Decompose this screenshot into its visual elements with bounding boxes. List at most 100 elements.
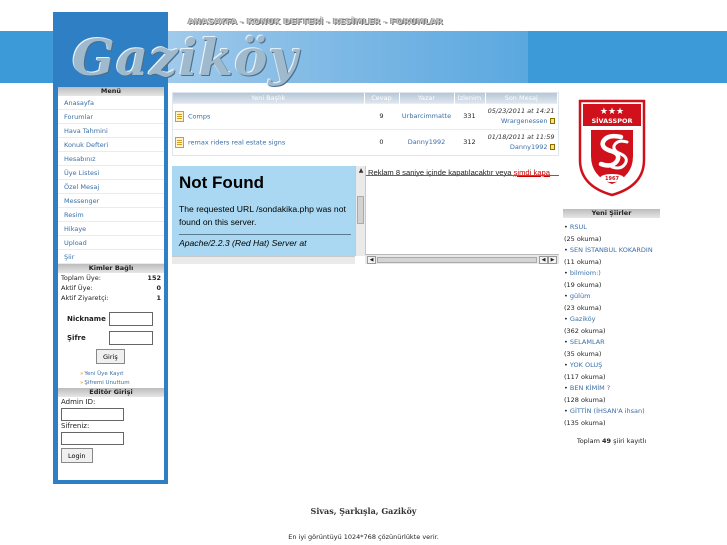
poem-link[interactable]: BEN KİMİM ? <box>570 384 610 392</box>
poem-link[interactable]: GİTTİN (İHSAN'A ihsan) <box>570 407 645 415</box>
nav-home[interactable]: ANASAYFA <box>188 17 237 26</box>
list-item: • bilmiom:) <box>564 269 601 277</box>
table-row: remax riders real estate signs 0 Danny19… <box>173 128 558 155</box>
scroll-right-arrow-icon[interactable]: ▶ <box>548 256 557 264</box>
editor-heading: Editör Girişi <box>58 388 164 397</box>
ad-horizontal-scrollbar[interactable]: ◀ ◀ ▶ <box>365 254 559 264</box>
menu-item-account[interactable]: Hesabınız <box>58 152 164 166</box>
last-post-date: 05/23/2011 at 14:21 <box>487 107 555 115</box>
poem-read-count: (117 okuma) <box>564 372 606 381</box>
views-cell: 331 <box>454 102 485 129</box>
go-to-post-icon[interactable] <box>549 144 555 151</box>
admin-login-button[interactable]: Login <box>61 448 93 463</box>
topic-document-icon <box>175 110 184 122</box>
poem-link[interactable]: Gaziköy <box>570 315 596 323</box>
poem-read-count: (362 okuma) <box>564 326 606 335</box>
menu-item-upload[interactable]: Upload <box>58 236 164 250</box>
list-item: • BEN KİMİM ? <box>564 384 611 392</box>
last-post-cell: 01/18/2011 at 11:59 Danny1992 <box>485 128 558 155</box>
password-input[interactable] <box>109 330 153 345</box>
topic-title[interactable]: Comps <box>188 112 210 120</box>
admin-id-input[interactable] <box>61 408 124 421</box>
nav-forums[interactable]: FORUMLAR <box>390 17 443 26</box>
login-button[interactable]: Giriş <box>96 349 125 364</box>
logo-club-name: SİVASSPOR <box>591 116 632 125</box>
topic-cell[interactable]: remax riders real estate signs <box>173 128 364 155</box>
poem-link[interactable]: SEN İSTANBUL KOKARDIN <box>570 246 653 254</box>
poem-total: Toplam 49 şiiri kayıtlı <box>563 437 660 445</box>
topic-title[interactable]: remax riders real estate signs <box>188 138 285 146</box>
stat-active-members: Aktif Üye: 0 <box>58 283 164 293</box>
scroll-track <box>172 256 355 264</box>
author-cell[interactable]: Urbarcimmatte <box>399 102 454 129</box>
list-item: • RSUL <box>564 223 587 231</box>
poem-link[interactable]: bilmiom:) <box>570 269 601 277</box>
forum-header-row: Yeni Başlık Cevap Yazar İzlenim Son Mesa… <box>173 93 558 103</box>
menu-item-forums[interactable]: Forumlar <box>58 110 164 124</box>
server-signature: Apache/2.2.3 (Red Hat) Server at <box>179 238 307 248</box>
footer-resolution-note: En iyi görüntüyü 1024*768 çözünürlükte v… <box>288 533 439 541</box>
last-post-user[interactable]: Danny1992 <box>510 143 548 151</box>
nickname-label: Nickname <box>67 314 106 323</box>
stat-label: Aktif Üye: <box>61 284 93 292</box>
password-row: Şifre <box>58 328 164 347</box>
last-post-cell: 05/23/2011 at 14:21 Wrargenessen <box>485 102 558 129</box>
poem-read-count: (25 okuma) <box>564 234 602 243</box>
news-iframe: Not Found The requested URL /sondakika.p… <box>172 166 355 256</box>
iframe-horizontal-scrollbar[interactable] <box>172 256 365 264</box>
author-cell[interactable]: Danny1992 <box>399 128 454 155</box>
total-suffix: şiiri kayıtlı <box>613 437 647 445</box>
menu-item-member-list[interactable]: Üye Listesi <box>58 166 164 180</box>
ad-divider <box>366 175 559 176</box>
poem-link[interactable]: RSUL <box>570 223 587 231</box>
col-last-post: Son Mesaj <box>485 93 558 103</box>
menu-item-poem[interactable]: Şiir <box>58 250 164 264</box>
nickname-input[interactable] <box>109 311 153 326</box>
menu-item-messenger[interactable]: Messenger <box>58 194 164 208</box>
table-row: Comps 9 Urbarcimmatte 331 05/23/2011 at … <box>173 102 558 129</box>
right-sidebar: ★★★ SİVASSPOR 1967 Yeni Şiirler • RSUL (… <box>563 92 660 462</box>
sivasspor-logo: ★★★ SİVASSPOR 1967 <box>578 99 645 196</box>
top-navigation: ANASAYFA - KONUK DEFTERİ - RESİMLER - FO… <box>188 17 443 26</box>
stat-value: 152 <box>147 274 161 282</box>
topic-cell[interactable]: Comps <box>173 102 364 129</box>
menu-item-picture[interactable]: Resim <box>58 208 164 222</box>
menu-item-private-message[interactable]: Özel Mesaj <box>58 180 164 194</box>
error-title: Not Found <box>179 173 264 192</box>
list-item: • SELAMLAR <box>564 338 605 346</box>
menu-item-home[interactable]: Anasayfa <box>58 96 164 110</box>
poem-read-count: (135 okuma) <box>564 418 606 427</box>
last-post-user[interactable]: Wrargenessen <box>501 117 547 125</box>
site-logo[interactable]: Gaziköy <box>72 28 299 87</box>
nav-guestbook[interactable]: KONUK DEFTERİ <box>247 17 323 26</box>
scroll-left-arrow-icon[interactable]: ◀ <box>367 256 376 264</box>
footer-brand: Sivas, Şarkışla, Gaziköy <box>310 506 417 516</box>
iframe-vertical-scrollbar[interactable]: ▲ <box>355 166 365 256</box>
nav-separator: - <box>380 17 391 26</box>
scroll-thumb[interactable] <box>377 257 537 263</box>
poem-read-count: (19 okuma) <box>564 280 602 289</box>
scroll-left-arrow-icon[interactable]: ◀ <box>539 256 548 264</box>
menu-item-story[interactable]: Hikaye <box>58 222 164 236</box>
admin-id-label: Admin ID: <box>61 398 96 406</box>
menu-item-weather[interactable]: Hava Tahmini <box>58 124 164 138</box>
menu-item-guestbook[interactable]: Konuk Defteri <box>58 138 164 152</box>
error-message: The requested URL /sondakika.php was not… <box>179 204 346 227</box>
logo-year: 1967 <box>605 176 619 182</box>
poem-read-count: (23 okuma) <box>564 303 602 312</box>
admin-password-input[interactable] <box>61 432 124 445</box>
go-to-post-icon[interactable] <box>549 118 555 124</box>
ad-iframe: Reklam 8 saniye içinde kapatılacaktır ve… <box>365 166 559 264</box>
scroll-thumb[interactable] <box>357 196 364 224</box>
forgot-password-link[interactable]: Şifremi Unuttum <box>58 379 164 388</box>
list-item: • YOK OLUŞ <box>564 361 603 369</box>
new-member-link[interactable]: Yeni Üye Kayıt <box>58 370 164 379</box>
poem-read-count: (128 okuma) <box>564 395 606 404</box>
poem-link[interactable]: gülüm <box>570 292 591 300</box>
poem-link[interactable]: YOK OLUŞ <box>570 361 602 369</box>
stat-label: Toplam Üye: <box>61 274 101 282</box>
club-logo-box: ★★★ SİVASSPOR 1967 <box>563 92 660 203</box>
poem-link[interactable]: SELAMLAR <box>570 338 605 346</box>
nav-pictures[interactable]: RESİMLER <box>333 17 380 26</box>
password-label: Şifre <box>67 333 86 342</box>
